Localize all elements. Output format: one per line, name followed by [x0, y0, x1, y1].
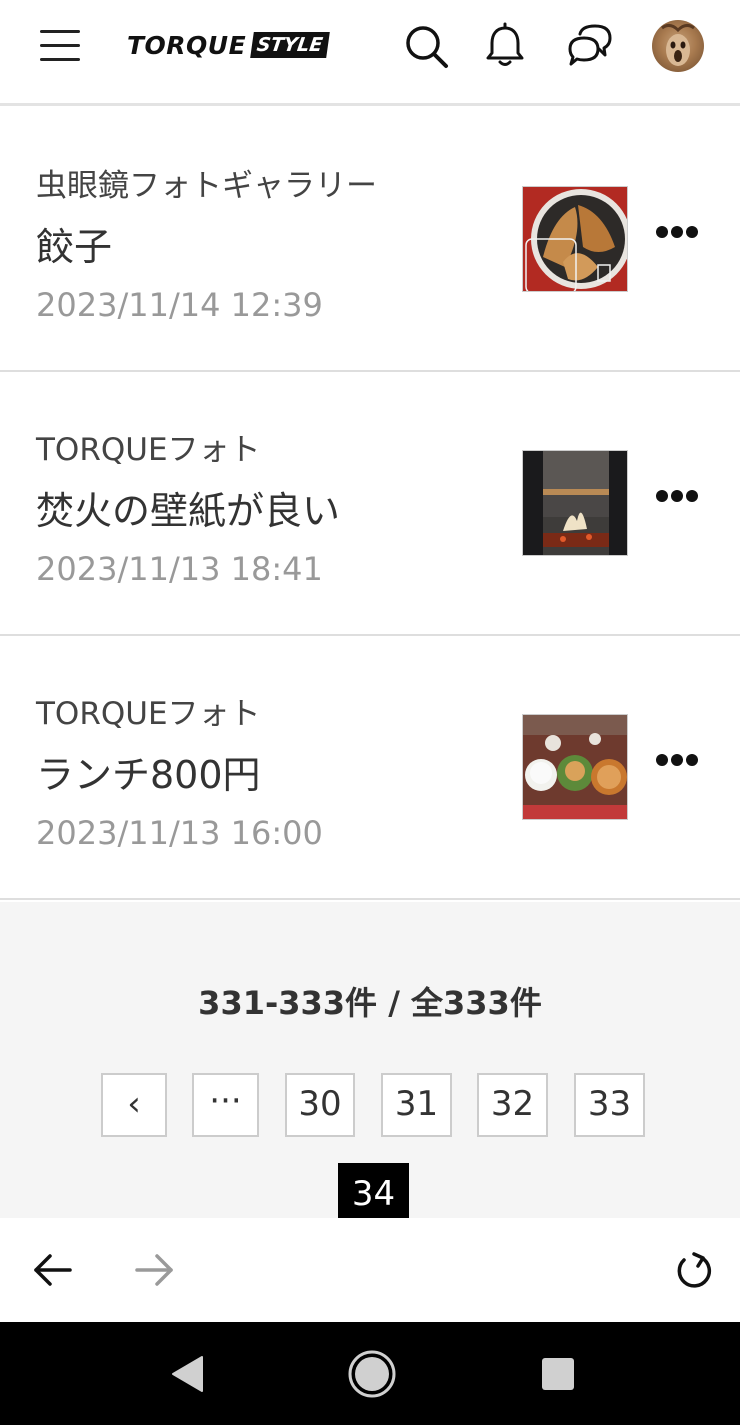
- system-nav-bar: [0, 1322, 740, 1425]
- ellipsis-page-button[interactable]: ···: [192, 1073, 259, 1137]
- item-thumbnail[interactable]: [522, 186, 628, 292]
- item-category: TORQUEフォト: [36, 696, 261, 732]
- more-options-icon[interactable]: [654, 222, 700, 242]
- system-recents-icon[interactable]: [541, 1357, 575, 1391]
- item-thumbnail[interactable]: [522, 714, 628, 820]
- chat-bubbles-icon[interactable]: [566, 22, 614, 70]
- item-thumbnail[interactable]: [522, 450, 628, 556]
- page-button-33[interactable]: 33: [574, 1073, 645, 1137]
- arrow-right-icon[interactable]: [133, 1248, 177, 1292]
- more-options-icon[interactable]: [654, 486, 700, 506]
- pagination-section: 331-333件 / 全333件 ‹ ··· 30 31 32 33 34: [0, 902, 740, 1218]
- result-count: 331-333件 / 全333件: [198, 984, 542, 1022]
- item-date: 2023/11/14 12:39: [36, 286, 323, 324]
- item-category: TORQUEフォト: [36, 432, 261, 468]
- item-category: 虫眼鏡フォトギャラリー: [36, 168, 377, 204]
- app-header: TORQUE STYLE: [0, 0, 740, 106]
- item-date: 2023/11/13 18:41: [36, 550, 323, 588]
- page-button-34-current[interactable]: 34: [338, 1163, 409, 1218]
- system-back-icon[interactable]: [168, 1354, 208, 1394]
- more-options-icon[interactable]: [654, 750, 700, 770]
- list-item[interactable]: TORQUEフォト ランチ800円 2023/11/13 16:00: [0, 636, 740, 900]
- list-item[interactable]: TORQUEフォト 焚火の壁紙が良い 2023/11/13 18:41: [0, 372, 740, 636]
- logo-style-text: STYLE: [250, 32, 330, 58]
- page-button-31[interactable]: 31: [381, 1073, 452, 1137]
- site-logo[interactable]: TORQUE STYLE: [127, 30, 330, 60]
- prev-page-button[interactable]: ‹: [101, 1073, 167, 1137]
- page-button-30[interactable]: 30: [285, 1073, 355, 1137]
- list-item[interactable]: 虫眼鏡フォトギャラリー 餃子 2023/11/14 12:39: [0, 108, 740, 372]
- item-title[interactable]: ランチ800円: [36, 744, 261, 799]
- logo-torque-text: TORQUE: [127, 30, 247, 60]
- item-date: 2023/11/13 16:00: [36, 814, 323, 852]
- user-avatar[interactable]: [652, 20, 704, 72]
- item-title[interactable]: 餃子: [36, 216, 112, 271]
- page-button-32[interactable]: 32: [477, 1073, 548, 1137]
- reload-icon[interactable]: [672, 1248, 716, 1292]
- hamburger-menu-icon[interactable]: [40, 30, 80, 62]
- bell-icon[interactable]: [481, 22, 529, 70]
- browser-nav-bar: [0, 1218, 740, 1322]
- item-title[interactable]: 焚火の壁紙が良い: [36, 480, 340, 535]
- arrow-left-icon[interactable]: [30, 1248, 74, 1292]
- search-icon[interactable]: [402, 22, 450, 70]
- system-home-icon[interactable]: [347, 1349, 397, 1399]
